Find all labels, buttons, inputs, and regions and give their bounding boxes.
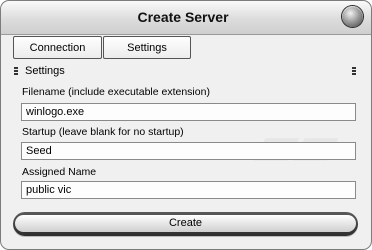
startup-field[interactable]: Seed — [21, 142, 356, 160]
grip-handle-right-icon[interactable] — [352, 67, 356, 76]
grip-handle-left-icon[interactable] — [14, 67, 18, 76]
window-title: Create Server — [137, 9, 229, 25]
settings-panel: ▰▰ Settings Filename (include executable… — [11, 62, 363, 209]
startup-label: Startup (leave blank for no startup) — [22, 126, 184, 138]
assigned-name-label: Assigned Name — [22, 166, 97, 178]
tab-settings[interactable]: Settings — [103, 36, 191, 59]
create-server-window: Create Server Connection Settings ▰▰ Set… — [0, 0, 372, 250]
section-header: Settings — [25, 65, 65, 77]
title-bar[interactable]: Create Server — [1, 1, 371, 35]
filename-field[interactable]: winlogo.exe — [21, 103, 356, 121]
create-button-frame: Create — [13, 212, 358, 236]
create-button[interactable]: Create — [15, 215, 356, 232]
assigned-name-field[interactable]: public vic — [21, 181, 356, 199]
filename-label: Filename (include executable extension) — [22, 86, 210, 98]
close-button[interactable] — [342, 6, 363, 27]
tab-connection[interactable]: Connection — [13, 36, 102, 59]
